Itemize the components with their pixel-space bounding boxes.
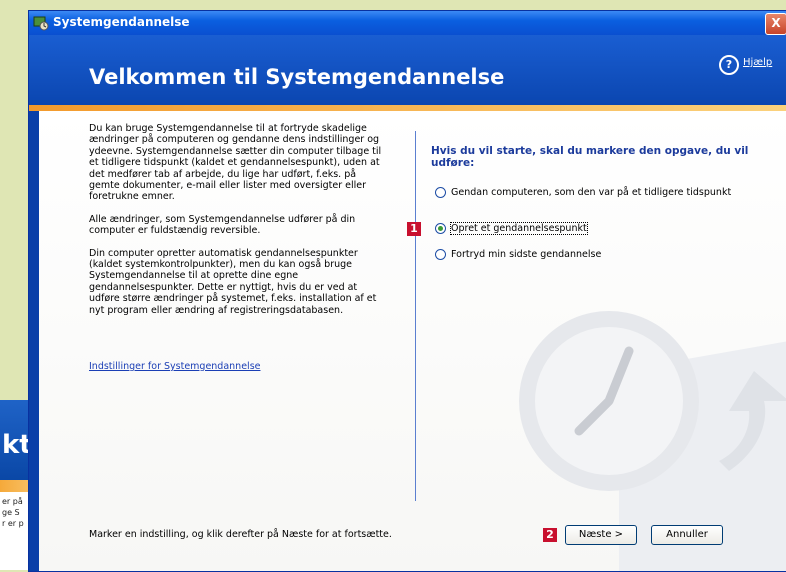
task-prompt: Hvis du vil starte, skal du markere den … xyxy=(431,145,749,169)
option-undo-last-restore-label: Fortryd min sidste gendannelse xyxy=(451,249,602,260)
help-link[interactable]: Hjælp xyxy=(743,57,772,68)
next-button[interactable]: Næste > xyxy=(565,525,637,545)
system-restore-icon xyxy=(33,16,49,31)
radio-restore-computer[interactable] xyxy=(435,187,446,198)
description-paragraph-2: Alle ændringer, som Systemgendannelse ud… xyxy=(89,213,356,237)
step-badge-1: 1 xyxy=(407,222,421,236)
title-bar[interactable]: Systemgendannelse X xyxy=(29,11,786,35)
header-banner: Velkommen til Systemgendannelse ? Hjælp xyxy=(29,35,786,105)
option-restore-computer-label: Gendan computeren, som den var på et tid… xyxy=(451,187,732,198)
radio-create-restore-point[interactable] xyxy=(435,223,446,234)
option-undo-last-restore[interactable]: Fortryd min sidste gendannelse xyxy=(435,249,602,260)
option-create-restore-point-label: Opret et gendannelsespunkt xyxy=(450,222,588,235)
page-title: Velkommen til Systemgendannelse xyxy=(89,65,505,89)
cancel-button[interactable]: Annuller xyxy=(651,525,723,545)
radio-undo-last-restore[interactable] xyxy=(435,249,446,260)
description-paragraph-1: Du kan bruge Systemgendannelse til at fo… xyxy=(89,123,382,203)
content-area: Du kan bruge Systemgendannelse til at fo… xyxy=(39,111,786,571)
option-create-restore-point[interactable]: Opret et gendannelsespunkt xyxy=(435,222,588,235)
description-text: Du kan bruge Systemgendannelse til at fo… xyxy=(89,123,389,327)
column-divider xyxy=(415,131,416,501)
help-icon[interactable]: ? xyxy=(719,55,739,75)
close-button[interactable]: X xyxy=(765,13,786,35)
background-window-text: er på ge S r er p xyxy=(2,497,24,528)
description-paragraph-3: Din computer opretter automatisk gendann… xyxy=(89,247,377,316)
settings-link[interactable]: Indstillinger for Systemgendannelse xyxy=(89,361,260,372)
step-badge-2: 2 xyxy=(543,528,557,542)
option-restore-computer[interactable]: Gendan computeren, som den var på et tid… xyxy=(435,187,751,198)
system-restore-window: Systemgendannelse X Velkommen til System… xyxy=(28,10,786,572)
window-title: Systemgendannelse xyxy=(53,15,190,29)
footer-instruction: Marker en indstilling, og klik derefter … xyxy=(89,529,392,540)
